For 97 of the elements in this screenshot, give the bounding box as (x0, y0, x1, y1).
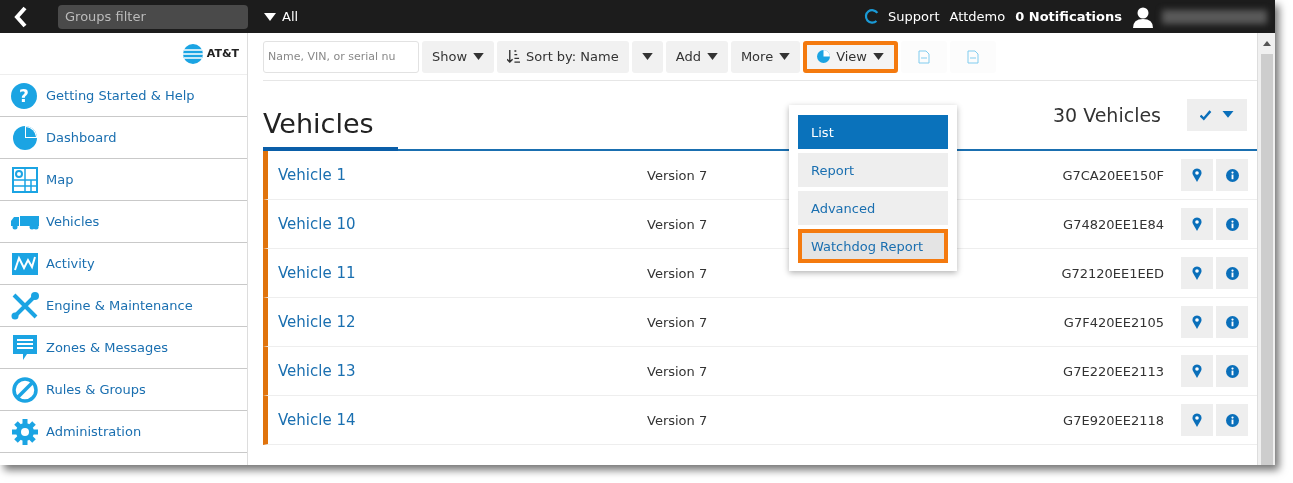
scrollbar[interactable] (1257, 33, 1275, 465)
location-button[interactable] (1181, 306, 1213, 338)
version-text: Version 7 (647, 363, 708, 379)
select-dropdown-button[interactable] (1187, 99, 1247, 131)
globe-logo-icon (182, 43, 203, 64)
vehicle-count: 30 Vehicles (1052, 104, 1161, 126)
menu-item[interactable]: List (798, 115, 948, 149)
view-button[interactable]: View (803, 40, 898, 73)
pie-chart-icon (817, 50, 831, 63)
info-button[interactable] (1216, 208, 1248, 240)
groups-filter-field[interactable]: Groups filter (58, 4, 248, 29)
notifications-link[interactable]: 0 Notifications (1015, 9, 1122, 24)
serial-number: G72120EE1EED (1061, 265, 1164, 281)
sort-dropdown-button[interactable] (631, 40, 663, 73)
sidebar-item[interactable]: Rules & Groups (0, 369, 247, 411)
location-button[interactable] (1181, 208, 1213, 240)
vehicle-link[interactable]: Vehicle 10 (268, 215, 644, 233)
sidebar-item[interactable]: Activity (0, 243, 247, 285)
location-button[interactable] (1181, 257, 1213, 289)
version-text: Version 7 (647, 314, 708, 330)
map-pin-icon (1192, 217, 1202, 231)
version-text: Version 7 (647, 216, 708, 232)
caret-icon (473, 53, 485, 60)
map-pin-icon (1192, 413, 1202, 427)
pie-chart-icon (11, 124, 39, 151)
map-pin-icon (1192, 266, 1202, 280)
info-button[interactable] (1216, 355, 1248, 387)
user-link[interactable]: Attdemo (949, 9, 1006, 24)
sidebar-item[interactable]: Administration (0, 411, 247, 453)
caret-icon (641, 53, 653, 60)
sidebar-item[interactable]: Dashboard (0, 117, 247, 159)
sort-icon (507, 50, 521, 63)
tools-icon (11, 291, 39, 320)
sidebar-item[interactable]: Vehicles (0, 201, 247, 243)
support-link[interactable]: Support (888, 9, 940, 24)
caret-icon (779, 53, 791, 60)
headset-icon (864, 7, 881, 26)
document-icon (918, 49, 930, 64)
group-dropdown[interactable]: All (258, 8, 305, 25)
sidebar-item[interactable]: Map (0, 159, 247, 201)
location-button[interactable] (1181, 355, 1213, 387)
map-pin-icon (1192, 364, 1202, 378)
sidebar-item[interactable]: ? Getting Started & Help (0, 75, 247, 117)
document-icon (967, 49, 979, 64)
serial-number: G7CA20EE150F (1062, 167, 1164, 183)
menu-item[interactable]: Advanced (798, 191, 948, 225)
map-pin-icon (1192, 315, 1202, 329)
info-button[interactable] (1216, 159, 1248, 191)
info-icon (1225, 266, 1239, 280)
version-text: Version 7 (647, 265, 708, 281)
serial-number: G7E920EE2118 (1063, 412, 1164, 428)
info-button[interactable] (1216, 257, 1248, 289)
map-pin-icon (1192, 168, 1202, 182)
dropdown-button[interactable]: Add (665, 40, 728, 73)
version-text: Version 7 (647, 167, 708, 183)
caret-icon (706, 53, 718, 60)
sort-button[interactable]: Sort by: Name (497, 40, 629, 73)
serial-number: G7E220EE2113 (1063, 363, 1164, 379)
vehicle-link[interactable]: Vehicle 11 (268, 264, 644, 282)
prohibited-icon (11, 376, 39, 403)
message-icon (11, 334, 39, 361)
search-field[interactable]: Name, VIN, or serial nu (263, 40, 419, 73)
truck-icon (11, 213, 39, 230)
serial-number: G74820EE1E84 (1063, 216, 1164, 232)
settings-icon (11, 418, 39, 445)
info-icon (1225, 168, 1239, 182)
page-title: Vehicles (263, 108, 398, 151)
map-icon (11, 166, 39, 193)
sidebar-item[interactable]: Zones & Messages (0, 327, 247, 369)
back-icon[interactable] (14, 5, 28, 28)
caret-icon (873, 53, 884, 60)
menu-item[interactable]: Report (798, 153, 948, 187)
location-button[interactable] (1181, 159, 1213, 191)
info-icon (1225, 217, 1239, 231)
vehicle-link[interactable]: Vehicle 13 (268, 362, 644, 380)
help-icon: ? (11, 82, 37, 109)
dropdown-button[interactable]: More (730, 40, 801, 73)
vehicle-link[interactable]: Vehicle 1 (268, 166, 644, 184)
activity-chart-icon (11, 252, 39, 275)
caret-icon (264, 12, 276, 21)
info-button[interactable] (1216, 306, 1248, 338)
logo-text: AT&T (206, 47, 239, 60)
serial-number: G7F420EE2105 (1063, 314, 1164, 330)
info-icon (1225, 315, 1239, 329)
user-icon (1132, 5, 1154, 28)
info-icon (1225, 413, 1239, 427)
scroll-up-icon (1262, 41, 1271, 46)
vehicle-link[interactable]: Vehicle 12 (268, 313, 644, 331)
vehicle-link[interactable]: Vehicle 14 (268, 411, 644, 429)
version-text: Version 7 (647, 412, 708, 428)
sidebar-item[interactable]: Engine & Maintenance (0, 285, 247, 327)
menu-item[interactable]: Watchdog Report (798, 229, 948, 263)
dropdown-button[interactable]: Show (422, 40, 495, 73)
info-button[interactable] (1216, 404, 1248, 436)
check-caret-icon (1200, 109, 1234, 121)
location-button[interactable] (1181, 404, 1213, 436)
info-icon (1225, 364, 1239, 378)
